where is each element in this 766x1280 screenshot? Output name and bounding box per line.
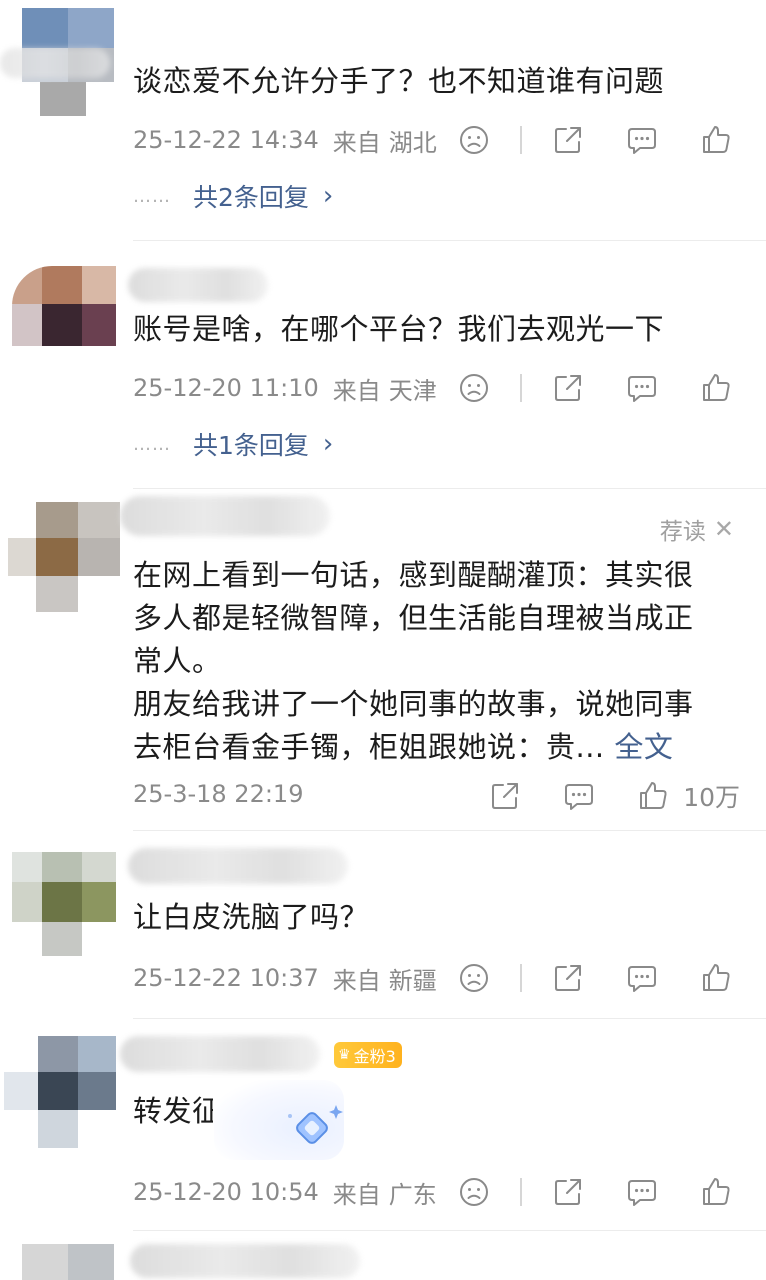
share-icon[interactable] bbox=[552, 124, 584, 156]
location-label: 来自 bbox=[332, 1180, 381, 1209]
like-icon[interactable] bbox=[637, 780, 669, 812]
share-icon[interactable] bbox=[489, 780, 521, 812]
comment-time: 25-3-18 22:19 bbox=[133, 780, 304, 808]
badge-label: 金粉3 bbox=[353, 1047, 396, 1066]
comment-text: 在网上看到一句话，感到醍醐灌顶：其实很 多人都是轻微智障，但生活能自理被当成正 … bbox=[133, 554, 748, 769]
comment-divider bbox=[133, 1018, 766, 1019]
divider bbox=[520, 964, 522, 992]
diamond-sticker-icon bbox=[288, 1105, 343, 1144]
sticker-image[interactable] bbox=[214, 1080, 344, 1160]
comment-text: 让白皮洗脑了吗？ bbox=[133, 900, 370, 934]
username-blurred[interactable] bbox=[128, 268, 268, 302]
comment-divider bbox=[133, 488, 766, 489]
comment-text: 账号是啥，在哪个平台？我们去观光一下 bbox=[133, 312, 665, 346]
comment-icon[interactable] bbox=[626, 1176, 658, 1208]
comment-icon[interactable] bbox=[626, 962, 658, 994]
comment-text: 转发征 bbox=[133, 1094, 213, 1128]
comment-time: 25-12-22 10:37 bbox=[133, 964, 319, 992]
location-label: 来自 bbox=[332, 128, 381, 157]
dislike-icon[interactable] bbox=[458, 962, 490, 994]
avatar[interactable] bbox=[22, 1244, 114, 1280]
username-blurred[interactable] bbox=[0, 48, 110, 78]
location: 新疆 bbox=[388, 966, 437, 995]
share-icon[interactable] bbox=[552, 962, 584, 994]
divider bbox=[520, 126, 522, 154]
username-blurred[interactable] bbox=[128, 848, 348, 884]
close-icon[interactable]: ✕ bbox=[714, 515, 734, 543]
comment-icon[interactable] bbox=[626, 124, 658, 156]
like-icon[interactable] bbox=[700, 1176, 732, 1208]
comment-time: 25-12-22 14:34 bbox=[133, 126, 319, 154]
dislike-icon[interactable] bbox=[458, 372, 490, 404]
crown-icon: ♛ bbox=[338, 1047, 351, 1063]
comment-divider bbox=[133, 830, 766, 831]
like-icon[interactable] bbox=[700, 372, 732, 404]
fan-level-badge: ♛ 金粉3 bbox=[334, 1042, 402, 1068]
location: 广东 bbox=[388, 1180, 437, 1209]
username-blurred[interactable] bbox=[130, 1244, 360, 1278]
like-icon[interactable] bbox=[700, 124, 732, 156]
dislike-icon[interactable] bbox=[458, 124, 490, 156]
recommend-label: 荐读 bbox=[659, 519, 706, 545]
share-icon[interactable] bbox=[552, 1176, 584, 1208]
comment-actions: 10万 bbox=[489, 778, 740, 814]
full-text-link[interactable]: 全文 bbox=[614, 730, 673, 764]
share-icon[interactable] bbox=[552, 372, 584, 404]
reply-count-link[interactable]: 共2条回复 bbox=[193, 178, 309, 214]
comment-divider bbox=[133, 1230, 766, 1231]
reply-dots: …… bbox=[133, 185, 171, 207]
avatar[interactable] bbox=[12, 852, 116, 956]
dislike-icon[interactable] bbox=[458, 1176, 490, 1208]
chevron-right-icon: › bbox=[322, 181, 334, 211]
comment-actions bbox=[458, 1176, 732, 1208]
avatar[interactable] bbox=[12, 266, 116, 346]
avatar[interactable] bbox=[8, 502, 120, 612]
comment-actions bbox=[458, 124, 732, 156]
comment-divider bbox=[133, 240, 766, 241]
avatar[interactable] bbox=[4, 1036, 116, 1148]
reply-count-link[interactable]: 共1条回复 bbox=[193, 426, 309, 462]
divider bbox=[520, 1178, 522, 1206]
comment-actions bbox=[458, 962, 732, 994]
location-label: 来自 bbox=[332, 966, 381, 995]
reply-summary[interactable]: …… 共2条回复 › bbox=[133, 176, 333, 216]
reply-dots: …… bbox=[133, 433, 171, 455]
username-blurred[interactable] bbox=[120, 496, 330, 536]
location: 湖北 bbox=[388, 128, 437, 157]
comment-time: 25-12-20 10:54 bbox=[133, 1178, 319, 1206]
reply-summary[interactable]: …… 共1条回复 › bbox=[133, 424, 333, 464]
like-count: 10万 bbox=[683, 783, 740, 812]
location: 天津 bbox=[388, 376, 437, 405]
comment-text: 谈恋爱不允许分手了？也不知道谁有问题 bbox=[133, 64, 665, 98]
comment-time: 25-12-20 11:10 bbox=[133, 374, 319, 402]
like-icon[interactable] bbox=[700, 962, 732, 994]
recommend-tag: 荐读 ✕ bbox=[660, 512, 734, 546]
username-blurred[interactable] bbox=[120, 1036, 320, 1072]
comment-icon[interactable] bbox=[563, 780, 595, 812]
location-label: 来自 bbox=[332, 376, 381, 405]
chevron-right-icon: › bbox=[322, 429, 334, 459]
comment-text-content: 在网上看到一句话，感到醍醐灌顶：其实很 多人都是轻微智障，但生活能自理被当成正 … bbox=[133, 558, 694, 764]
divider bbox=[520, 374, 522, 402]
comment-icon[interactable] bbox=[626, 372, 658, 404]
comment-actions bbox=[458, 372, 732, 404]
